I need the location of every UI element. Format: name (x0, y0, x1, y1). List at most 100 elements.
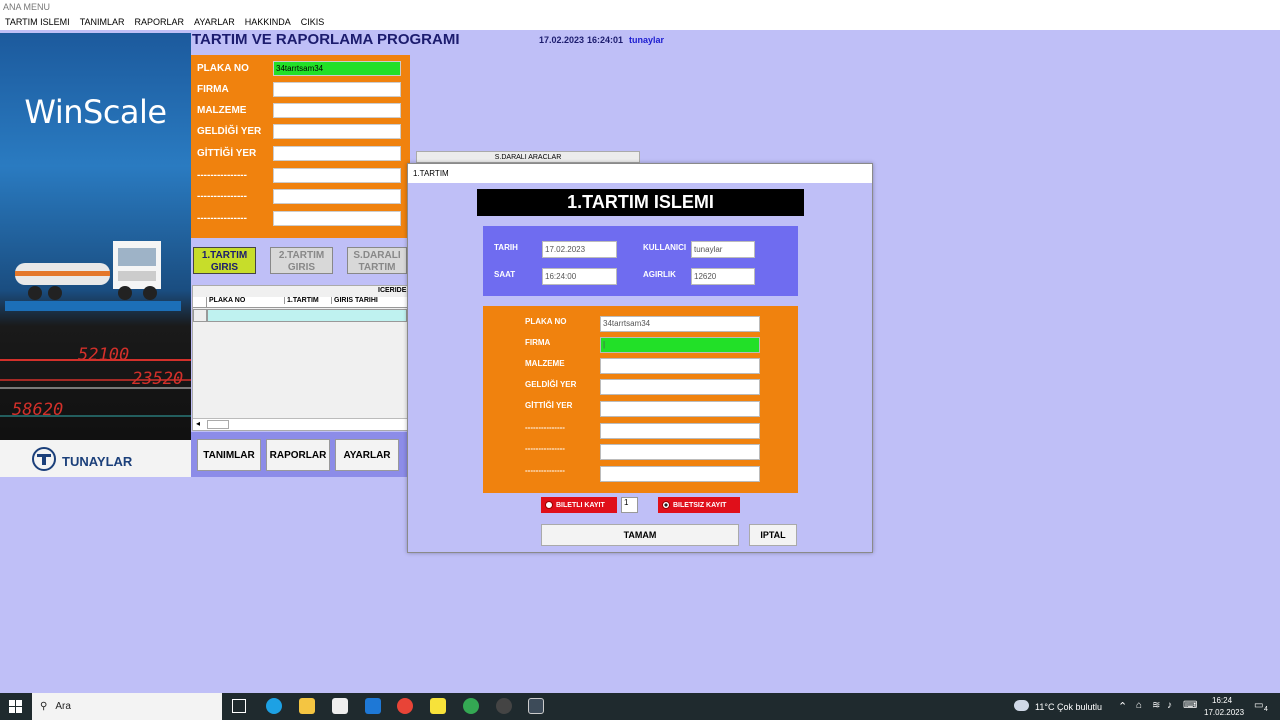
winscale-logo: WinScale (24, 93, 167, 131)
tunaylar-logo-icon (32, 447, 56, 471)
dlg-form-label: GİTTİĞİ YER (525, 401, 573, 410)
edge-icon[interactable] (266, 698, 282, 714)
scroll-thumb[interactable] (207, 420, 229, 429)
grid-caption: ICERIDE (378, 287, 407, 294)
ticket-count-input[interactable]: 1 (621, 497, 638, 513)
app-icon[interactable] (496, 698, 512, 714)
dlg-extra-input-3[interactable] (600, 466, 760, 482)
biletli-kayit-label: BILETLI KAYIT (556, 501, 605, 509)
tamam-button[interactable]: TAMAM (541, 524, 739, 546)
tartim-2-giris-button[interactable]: 2.TARTIM GIRIS (270, 247, 333, 274)
dialog-detail-form: PLAKA NO 34tarrtsam34 FIRMA | MALZEME GE… (483, 306, 798, 493)
wifi-icon[interactable]: ≋ (1152, 700, 1160, 711)
tartim-1-giris-button[interactable]: 1.TARTIM GIRIS (193, 247, 256, 274)
dlg-form-label: FIRMA (525, 338, 551, 347)
geldigi-yer-input[interactable] (273, 123, 401, 139)
header-date: 17.02.2023 (539, 35, 585, 45)
tanimlar-button[interactable]: TANIMLAR (197, 439, 261, 471)
sticky-notes-icon[interactable] (430, 698, 446, 714)
search-placeholder: Ara (55, 701, 71, 712)
radio-checked-icon (662, 501, 670, 509)
ayarlar-button[interactable]: AYARLAR (335, 439, 399, 471)
saat-field: 16:24:00 (542, 268, 617, 285)
dlg-gittigi-input[interactable] (600, 401, 760, 417)
scroll-left-icon[interactable]: ◂ (196, 419, 200, 428)
file-explorer-icon[interactable] (299, 698, 315, 714)
raporlar-button[interactable]: RAPORLAR (266, 439, 330, 471)
form-label: GİTTİĞİ YER (197, 147, 257, 159)
grid-header: PLAKA NO 1.TARTIM GIRIS TARIHI (193, 297, 407, 308)
menu-hakkinda[interactable]: HAKKINDA (240, 17, 296, 27)
gittigi-yer-input[interactable] (273, 145, 401, 161)
menu-ayarlar[interactable]: AYARLAR (189, 17, 240, 27)
column-header-tartim: 1.TARTIM (284, 297, 319, 304)
extra-input-2[interactable] (273, 188, 401, 204)
biletsiz-kayit-label: BILETSIZ KAYIT (673, 501, 727, 509)
extra-input-1[interactable] (273, 167, 401, 183)
iptal-button[interactable]: IPTAL (749, 524, 797, 546)
brand-footer: TUNAYLAR (0, 440, 191, 477)
form-label: --------------- (197, 212, 247, 224)
chevron-up-icon[interactable]: ⌃ (1118, 700, 1127, 713)
header-user: tunaylar (629, 35, 665, 45)
weighing-form: PLAKA NO 34tarrtsam34 FIRMA MALZEME GELDİ… (191, 55, 410, 238)
weigh-info-box: TARIH 17.02.2023 KULLANICI tunaylar SAAT… (483, 226, 798, 296)
dlg-form-label: --------------- (525, 466, 565, 475)
sdarali-tartim-button[interactable]: S.DARALI TARTIM (347, 247, 407, 274)
firma-input[interactable] (273, 81, 401, 97)
kullanici-label: KULLANICI (643, 243, 687, 252)
form-label: FIRMA (197, 83, 229, 95)
clock-date[interactable]: 17.02.2023 (1204, 708, 1244, 717)
menu-tanimlar[interactable]: TANIMLAR (75, 17, 130, 27)
keyboard-icon[interactable]: ⌨ (1183, 700, 1197, 711)
table-row[interactable] (207, 309, 407, 322)
menu-raporlar[interactable]: RAPORLAR (130, 17, 190, 27)
plaka-no-input[interactable]: 34tarrtsam34 (273, 60, 401, 76)
dlg-malzeme-input[interactable] (600, 358, 760, 374)
weather-cloud-icon[interactable] (1014, 700, 1029, 711)
notification-icon[interactable]: ▭ (1254, 700, 1263, 711)
kullanici-field: tunaylar (691, 241, 755, 258)
form-label: MALZEME (197, 104, 247, 116)
horizontal-scrollbar[interactable]: ◂ (193, 418, 407, 430)
sdarali-araclar-panel: S.DARALI ARACLAR (416, 151, 640, 163)
saat-label: SAAT (494, 270, 516, 279)
volume-icon[interactable]: ♪ (1167, 700, 1172, 711)
winscale-banner: WinScale 52100 23520 58620 TUNAYLAR (0, 33, 191, 477)
dlg-extra-input-2[interactable] (600, 444, 760, 460)
mail-icon[interactable] (365, 698, 381, 714)
winscale-app-icon[interactable] (528, 698, 544, 714)
form-label: GELDİĞİ YER (197, 125, 262, 137)
page-title: TARTIM VE RAPORLAMA PROGRAMI (192, 31, 460, 48)
agirlik-label: AGIRLIK (643, 270, 676, 279)
taskbar: ⚲ Ara 11°C Çok bulutlu ⌃ ⌂ ≋ ♪ ⌨ 16:24 1… (0, 693, 1280, 720)
menu-cikis[interactable]: CIKIS (296, 17, 330, 27)
clock-time[interactable]: 16:24 (1212, 696, 1232, 705)
truck-illustration (5, 241, 181, 311)
row-selector[interactable] (193, 309, 207, 322)
biletsiz-kayit-radio[interactable]: BILETSIZ KAYIT (658, 497, 740, 513)
dlg-form-label: MALZEME (525, 359, 565, 368)
menu-tartim-islemi[interactable]: TARTIM ISLEMI (0, 17, 75, 27)
malzeme-input[interactable] (273, 102, 401, 118)
task-view-icon[interactable] (232, 699, 246, 713)
store-icon[interactable] (332, 698, 348, 714)
weather-text[interactable]: 11°C Çok bulutlu (1035, 702, 1102, 712)
biletli-kayit-radio[interactable]: BILETLI KAYIT (541, 497, 617, 513)
menu-bar: TARTIM ISLEMI TANIMLAR RAPORLAR AYARLAR … (0, 14, 1280, 30)
chrome-icon[interactable] (397, 698, 413, 714)
chrome-profile-icon[interactable] (463, 698, 479, 714)
column-header-giris: GIRIS TARIHI (331, 297, 378, 304)
iceride-grid: ICERIDE PLAKA NO 1.TARTIM GIRIS TARIHI ◂ (192, 285, 408, 431)
taskbar-search[interactable]: ⚲ Ara (32, 693, 222, 720)
dlg-extra-input-1[interactable] (600, 423, 760, 439)
windows-start-icon[interactable] (9, 700, 22, 713)
network-icon[interactable]: ⌂ (1136, 700, 1142, 711)
dlg-form-label: --------------- (525, 444, 565, 453)
dlg-plaka-input[interactable]: 34tarrtsam34 (600, 316, 760, 332)
column-header-plaka: PLAKA NO (209, 297, 246, 304)
dlg-geldigi-input[interactable] (600, 379, 760, 395)
dlg-firma-input[interactable]: | (600, 337, 760, 353)
extra-input-3[interactable] (273, 210, 401, 226)
dialog-title: 1.TARTIM (408, 164, 872, 183)
